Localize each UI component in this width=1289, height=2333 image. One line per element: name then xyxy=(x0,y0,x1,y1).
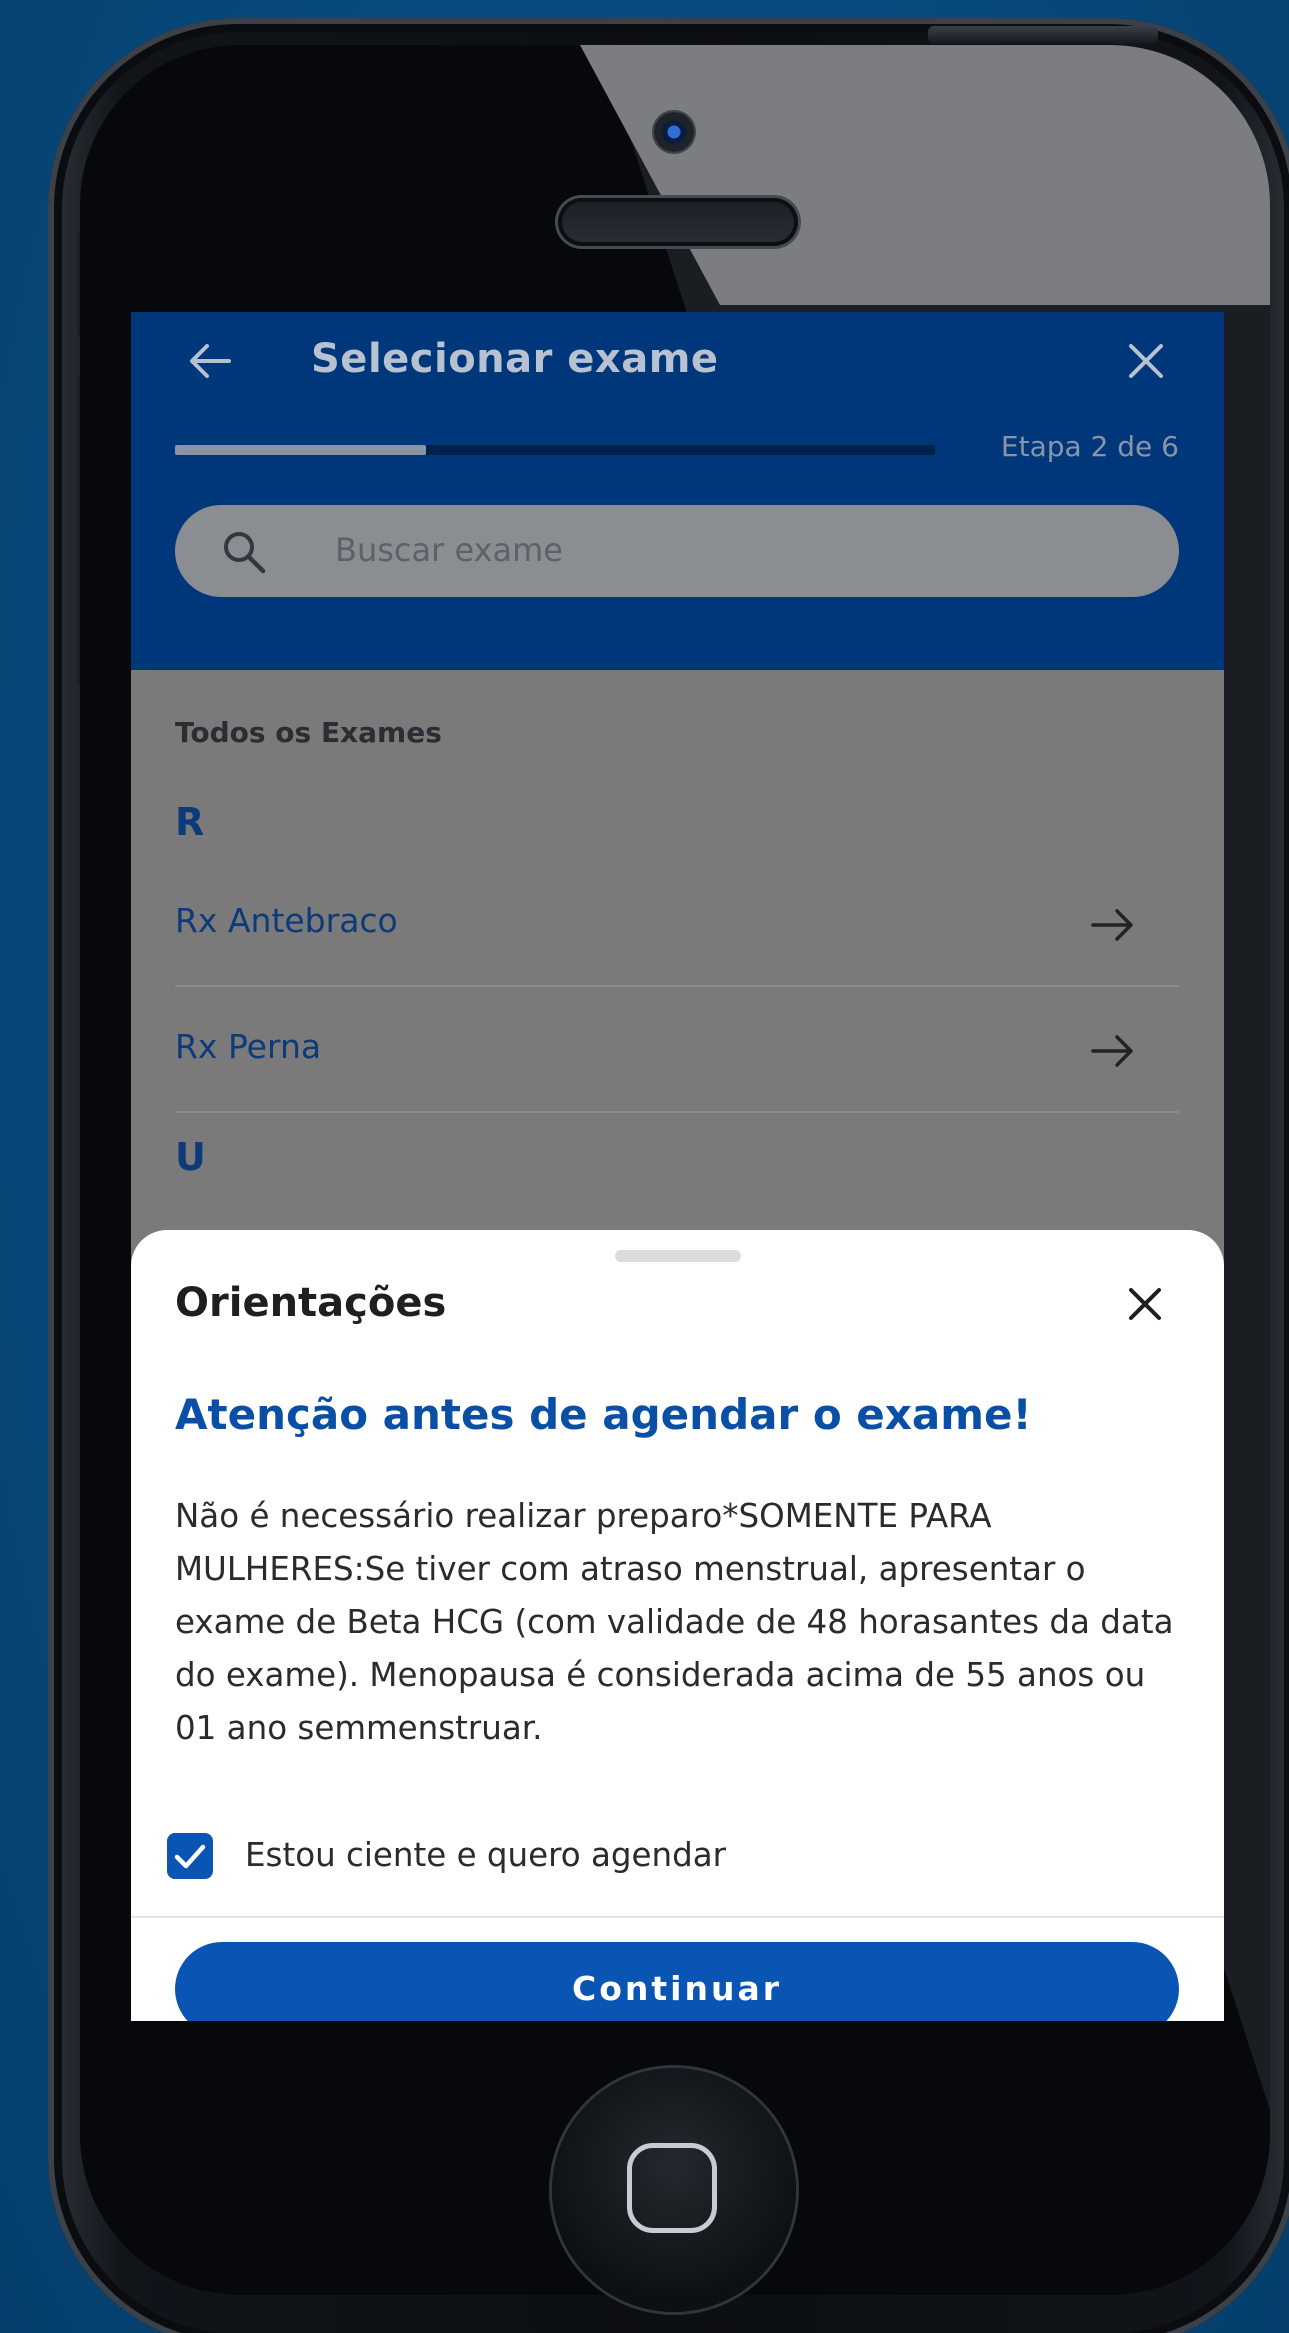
search-icon xyxy=(224,532,266,574)
front-camera xyxy=(654,112,694,152)
search-input[interactable]: Buscar exame xyxy=(175,505,1179,597)
app-header: Selecionar exame Etapa 2 de 6 Buscar exa… xyxy=(131,312,1224,670)
check-icon xyxy=(174,1844,206,1869)
home-button[interactable] xyxy=(552,2068,796,2312)
letter-header-r: R xyxy=(175,800,205,844)
home-button-icon xyxy=(627,2143,717,2233)
section-caption: Todos os Exames xyxy=(175,716,442,749)
arrow-right-icon xyxy=(1091,1035,1133,1067)
letter-header-u: U xyxy=(175,1135,206,1179)
page-title: Selecionar exame xyxy=(311,336,719,382)
sheet-drag-handle[interactable] xyxy=(615,1250,741,1262)
progress-bar xyxy=(175,445,935,455)
sheet-heading: Atenção antes de agendar o exame! xyxy=(175,1390,1032,1439)
divider xyxy=(131,1916,1224,1918)
arrow-left-icon[interactable] xyxy=(183,334,237,388)
step-indicator: Etapa 2 de 6 xyxy=(1000,430,1179,463)
sheet-title: Orientações xyxy=(175,1280,447,1326)
background: Selecionar exame Etapa 2 de 6 Buscar exa… xyxy=(0,0,1289,2333)
earpiece-speaker xyxy=(558,198,798,246)
power-button xyxy=(928,26,1158,44)
consent-label: Estou ciente e quero agendar xyxy=(245,1836,727,1874)
progress-fill xyxy=(175,445,426,455)
list-item[interactable]: Rx Perna xyxy=(175,987,1179,1113)
list-item[interactable]: Rx Antebraco xyxy=(175,861,1179,987)
exam-label: Rx Perna xyxy=(175,1027,322,1066)
orientation-bottom-sheet: Orientações Atenção antes de agendar o e… xyxy=(131,1230,1224,2021)
continue-button[interactable]: Continuar xyxy=(175,1942,1179,2021)
close-icon[interactable] xyxy=(1121,1280,1169,1328)
exam-label: Rx Antebraco xyxy=(175,901,398,940)
close-icon[interactable] xyxy=(1121,336,1171,386)
consent-checkbox[interactable] xyxy=(167,1833,213,1879)
arrow-right-icon xyxy=(1091,909,1133,941)
app-screen: Selecionar exame Etapa 2 de 6 Buscar exa… xyxy=(131,312,1224,2021)
search-placeholder: Buscar exame xyxy=(335,531,563,569)
sheet-body-text: Não é necessário realizar preparo*SOMENT… xyxy=(175,1497,1174,1747)
